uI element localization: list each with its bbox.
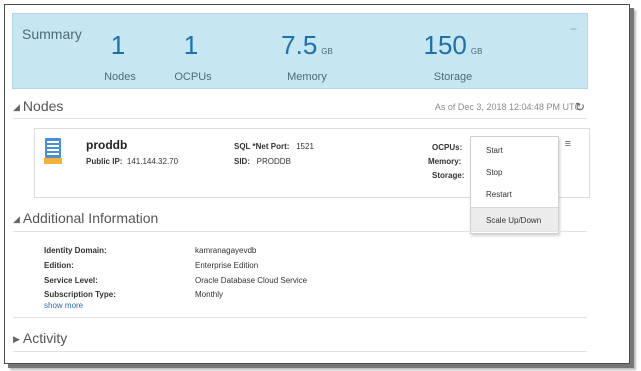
- metric-ocpus: 1 OCPUs: [163, 30, 223, 83]
- expand-triangle-icon[interactable]: ◢: [13, 102, 20, 112]
- service-console-window: Summary − 1 Nodes 1 OCPUs 7.5 GB Memory 1…: [4, 4, 630, 364]
- expand-triangle-icon[interactable]: ◢: [13, 214, 20, 224]
- sid: SID: PRODDB: [234, 157, 291, 166]
- metric-value: 1: [110, 30, 126, 60]
- storage-label: Storage:: [432, 171, 465, 180]
- collapsed-triangle-icon[interactable]: ▶: [13, 334, 20, 344]
- sql-net-port: SQL *Net Port: 1521: [234, 142, 314, 151]
- info-label: Subscription Type:: [44, 290, 116, 299]
- nodes-section-header[interactable]: ◢ Nodes: [13, 98, 63, 114]
- metric-value: 150 GB: [423, 30, 483, 60]
- activity-header[interactable]: ▶ Activity: [13, 330, 67, 346]
- activity-divider: [13, 351, 587, 352]
- hamburger-menu-icon[interactable]: ≡: [565, 138, 571, 150]
- info-value: Enterprise Edition: [195, 261, 259, 270]
- as-of-timestamp: As of Dec 3, 2018 12:04:48 PM UTC: [434, 102, 581, 112]
- info-label: Edition:: [44, 261, 74, 270]
- collapse-icon[interactable]: −: [570, 22, 577, 36]
- nodes-divider: [13, 118, 587, 119]
- refresh-icon[interactable]: ↻: [575, 100, 585, 114]
- show-more-link[interactable]: show more: [44, 301, 83, 310]
- metric-storage: 150 GB Storage: [411, 30, 495, 83]
- metric-value: 1: [183, 30, 199, 60]
- database-icon: [44, 138, 62, 164]
- nodes-title: Nodes: [22, 98, 64, 114]
- summary-panel: Summary − 1 Nodes 1 OCPUs 7.5 GB Memory 1…: [12, 13, 588, 89]
- info-bottom-divider: [13, 317, 587, 318]
- info-value: Monthly: [195, 290, 224, 299]
- summary-title: Summary: [22, 26, 82, 42]
- info-value: Oracle Database Cloud Service: [195, 276, 308, 285]
- ocpus-label: OCPUs:: [432, 143, 463, 152]
- additional-info-title: Additional Information: [22, 210, 159, 226]
- menu-item-start[interactable]: Start: [486, 146, 503, 155]
- metric-label: Storage: [433, 71, 473, 83]
- metric-memory: 7.5 GB Memory: [265, 30, 349, 83]
- node-name[interactable]: proddb: [86, 138, 127, 152]
- info-label: Service Level:: [44, 276, 98, 285]
- metric-value: 7.5 GB: [281, 30, 333, 60]
- menu-item-scale-up-down[interactable]: Scale Up/Down: [486, 216, 541, 225]
- public-ip: Public IP: 141.144.32.70: [86, 157, 179, 166]
- node-actions-menu: Start Stop Restart Scale Up/Down: [470, 136, 559, 234]
- memory-label: Memory:: [428, 157, 462, 166]
- menu-item-stop[interactable]: Stop: [486, 168, 502, 177]
- menu-separator: [471, 207, 558, 208]
- menu-item-restart[interactable]: Restart: [486, 190, 512, 199]
- metric-label: Memory: [287, 71, 327, 83]
- info-label: Identity Domain:: [44, 246, 107, 255]
- additional-info-divider: [13, 231, 587, 232]
- additional-info-header[interactable]: ◢ Additional Information: [13, 210, 158, 226]
- info-value: kamranagayevdb: [195, 246, 257, 255]
- metric-nodes: 1 Nodes: [90, 30, 150, 83]
- metric-label: Nodes: [104, 71, 136, 83]
- metric-label: OCPUs: [174, 71, 212, 83]
- activity-title: Activity: [22, 330, 68, 346]
